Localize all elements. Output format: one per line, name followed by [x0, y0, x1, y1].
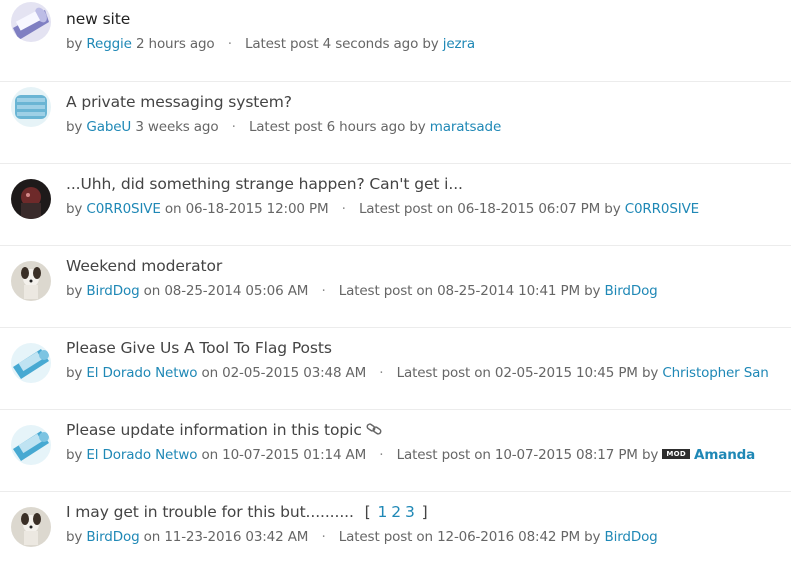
avatar[interactable]: [11, 2, 51, 42]
separator: ·: [231, 119, 236, 135]
by-label: by: [66, 119, 83, 135]
avatar[interactable]: [11, 87, 51, 127]
last-poster-link[interactable]: BirdDog: [605, 283, 658, 299]
created-time: on 08-25-2014 05:06 AM: [143, 283, 309, 299]
latest-post-label: Latest post on 12-06-2016 08:42 PM by: [338, 529, 601, 545]
moderator-badge: MOD: [662, 449, 691, 459]
separator: ·: [227, 36, 232, 52]
topic-title-row: I may get in trouble for this but.......…: [66, 503, 428, 521]
topic-row: Please update information in this topic …: [0, 410, 791, 492]
created-time: 2 hours ago: [135, 36, 215, 52]
last-poster-link[interactable]: C0RR0SIVE: [625, 201, 699, 217]
topic-title[interactable]: Please Give Us A Tool To Flag Posts: [66, 339, 332, 357]
topic-title[interactable]: ...Uhh, did something strange happen? Ca…: [66, 175, 463, 193]
created-time: on 11-23-2016 03:42 AM: [143, 529, 309, 545]
author-link[interactable]: El Dorado Netwo: [86, 447, 197, 463]
last-poster-link[interactable]: Christopher San: [662, 365, 768, 381]
by-label: by: [66, 447, 83, 463]
by-label: by: [66, 529, 83, 545]
pagination-close: ]: [421, 503, 428, 521]
latest-post-label: Latest post on 02-05-2015 10:45 PM by: [396, 365, 659, 381]
created-time: 3 weeks ago: [135, 119, 219, 135]
topic-row: I may get in trouble for this but.......…: [0, 492, 791, 574]
latest-post-label: Latest post 6 hours ago by: [248, 119, 426, 135]
avatar[interactable]: [11, 425, 51, 465]
topic-title-row: Please update information in this topic: [66, 421, 382, 440]
latest-post-label: Latest post on 08-25-2014 10:41 PM by: [338, 283, 601, 299]
topic-row: A private messaging system? by GabeU 3 w…: [0, 82, 791, 164]
created-time: on 02-05-2015 03:48 AM: [201, 365, 367, 381]
latest-post-label: Latest post 4 seconds ago by: [245, 36, 439, 52]
topic-meta: by GabeU 3 weeks ago · Latest post 6 hou…: [66, 119, 501, 135]
by-label: by: [66, 201, 83, 217]
page-link-2[interactable]: 2: [391, 503, 401, 521]
author-link[interactable]: BirdDog: [86, 283, 139, 299]
topic-meta: by BirdDog on 11-23-2016 03:42 AM · Late…: [66, 529, 658, 545]
page-link-1[interactable]: 1: [377, 503, 387, 521]
topic-title[interactable]: Please update information in this topic: [66, 421, 362, 439]
topic-meta: by El Dorado Netwo on 10-07-2015 01:14 A…: [66, 447, 755, 463]
topic-title[interactable]: A private messaging system?: [66, 93, 292, 111]
topic-row: ...Uhh, did something strange happen? Ca…: [0, 164, 791, 246]
topic-title[interactable]: I may get in trouble for this but.......…: [66, 503, 354, 521]
avatar[interactable]: [11, 507, 51, 547]
topic-row: Weekend moderator by BirdDog on 08-25-20…: [0, 246, 791, 328]
avatar[interactable]: [11, 261, 51, 301]
avatar[interactable]: [11, 179, 51, 219]
topic-meta: by BirdDog on 08-25-2014 05:06 AM · Late…: [66, 283, 658, 299]
author-link[interactable]: El Dorado Netwo: [86, 365, 197, 381]
page-link-3[interactable]: 3: [405, 503, 415, 521]
author-link[interactable]: BirdDog: [86, 529, 139, 545]
avatar[interactable]: [11, 343, 51, 383]
author-link[interactable]: C0RR0SIVE: [86, 201, 160, 217]
by-label: by: [66, 365, 83, 381]
separator: ·: [379, 365, 384, 381]
topic-title[interactable]: new site: [66, 10, 130, 28]
separator: ·: [321, 529, 326, 545]
created-time: on 10-07-2015 01:14 AM: [201, 447, 367, 463]
last-poster-link[interactable]: BirdDog: [605, 529, 658, 545]
link-icon: [366, 422, 382, 440]
topic-list: new site by Reggie 2 hours ago · Latest …: [0, 0, 791, 574]
author-link[interactable]: GabeU: [86, 119, 131, 135]
by-label: by: [66, 36, 83, 52]
last-poster-link[interactable]: maratsade: [430, 119, 502, 135]
topic-row: Please Give Us A Tool To Flag Posts by E…: [0, 328, 791, 410]
last-poster-link[interactable]: jezra: [443, 36, 475, 52]
separator: ·: [341, 201, 346, 217]
pagination: [ 123 ]: [365, 503, 428, 521]
author-link[interactable]: Reggie: [86, 36, 132, 52]
pagination-open: [: [364, 503, 371, 521]
topic-meta: by Reggie 2 hours ago · Latest post 4 se…: [66, 36, 475, 52]
latest-post-label: Latest post on 06-18-2015 06:07 PM by: [358, 201, 621, 217]
last-poster-link[interactable]: Amanda: [694, 447, 755, 463]
topic-meta: by El Dorado Netwo on 02-05-2015 03:48 A…: [66, 365, 769, 381]
created-time: on 06-18-2015 12:00 PM: [164, 201, 329, 217]
by-label: by: [66, 283, 83, 299]
topic-meta: by C0RR0SIVE on 06-18-2015 12:00 PM · La…: [66, 201, 699, 217]
topic-row: new site by Reggie 2 hours ago · Latest …: [0, 0, 791, 82]
topic-title[interactable]: Weekend moderator: [66, 257, 222, 275]
latest-post-label: Latest post on 10-07-2015 08:17 PM by: [396, 447, 659, 463]
separator: ·: [321, 283, 326, 299]
separator: ·: [379, 447, 384, 463]
